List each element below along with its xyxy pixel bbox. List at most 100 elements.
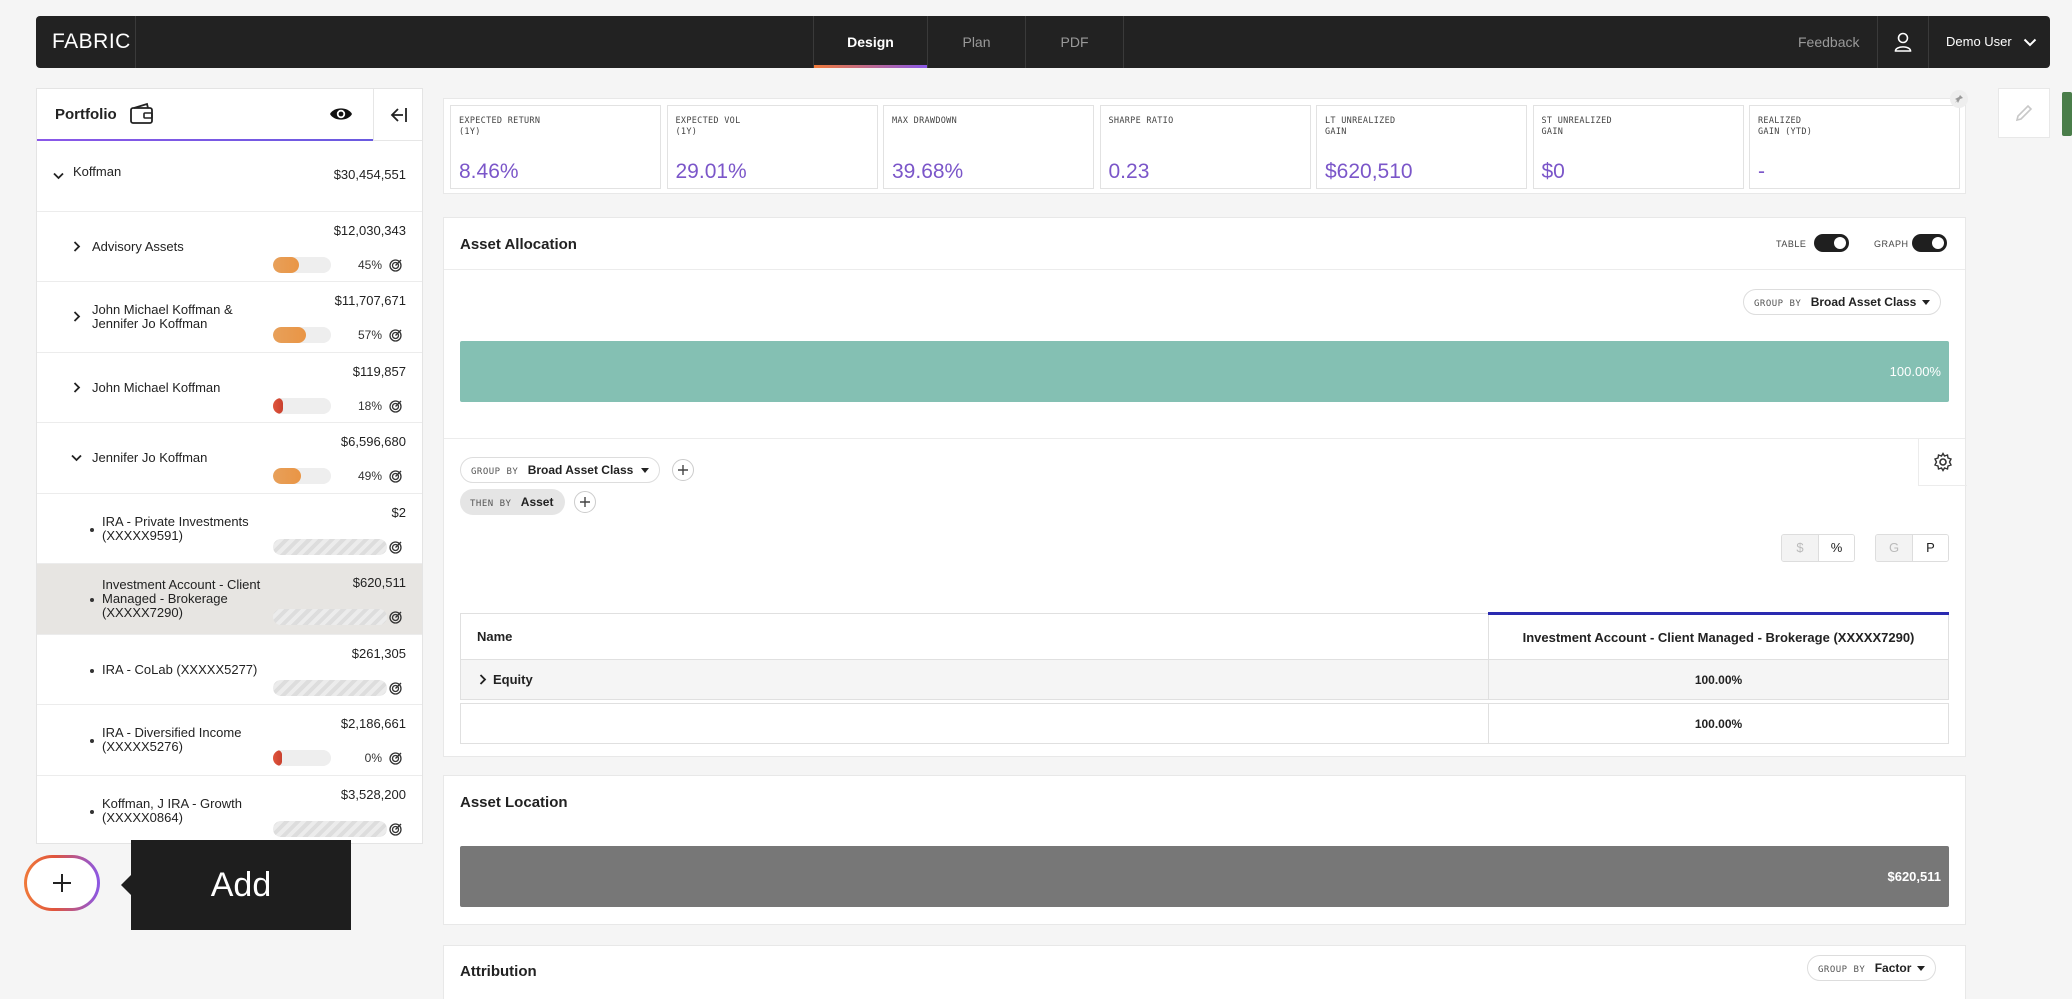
chevron-right-icon[interactable] [73,311,81,322]
group-by-value: Broad Asset Class [1810,295,1917,309]
target-icon[interactable] [389,681,402,695]
attribution-group-by-select[interactable]: GROUP BY Factor [1807,955,1937,981]
tab-design[interactable]: Design [813,16,927,68]
target-icon[interactable] [389,399,402,413]
target-icon[interactable] [389,540,402,554]
table-row[interactable]: Equity 100.00% [460,659,1949,700]
chevron-down-icon[interactable] [53,172,64,180]
progress-bar [273,750,331,766]
row-value: 100.00% [1488,703,1949,744]
user-profile-button[interactable] [1877,16,1929,68]
chevron-right-icon[interactable] [73,240,81,252]
feedback-link[interactable]: Feedback [1798,16,1859,68]
metrics-strip: EXPECTED RETURN (1Y) 8.46% EXPECTED VOL (1Y)… [443,98,1966,194]
row-name: Equity [493,672,533,687]
edit-button[interactable] [1998,88,2050,138]
portfolio-row-amount: $30,454,551 [333,167,406,182]
app-logo[interactable]: FABRIC [36,16,136,68]
portfolio-row[interactable]: John Michael Koffman & Jennifer Jo Koffm… [37,282,422,353]
portfolio-row[interactable]: IRA - Diversified Income (XXXXX5276) $2,1… [37,705,422,776]
column-header-account[interactable]: Investment Account - Client Managed - Br… [1488,612,1949,660]
tab-pdf[interactable]: PDF [1025,16,1124,68]
chevron-right-icon[interactable] [73,381,81,393]
metric-card: LT UNREALIZED GAIN $620,510 [1316,105,1527,189]
portfolio-row-amount: $119,857 [352,363,406,379]
portfolio-row[interactable]: Koffman $30,454,551 [37,141,422,212]
chevron-down-icon [2024,38,2037,47]
user-menu[interactable]: Demo User [1946,16,2037,68]
portfolio-row-percent: 18% [357,398,382,413]
chevron-down-icon[interactable] [71,454,82,462]
wallet-icon [130,102,153,124]
group-by-label: GROUP BY [1754,299,1802,309]
progress-bar [273,679,387,696]
target-icon[interactable] [389,329,402,342]
group-by-value: Factor [1874,961,1912,975]
target-icon[interactable] [389,258,402,272]
portfolio-row[interactable]: Investment Account - Client Managed - Br… [37,564,422,635]
dollar-mode-button[interactable]: $ [1782,535,1818,561]
then-by-chip[interactable]: THEN BY Asset [460,489,566,515]
pin-icon[interactable] [1950,90,1968,108]
graph-toggle[interactable] [1912,234,1947,252]
add-then-by-button[interactable] [574,491,596,513]
progress-bar [273,538,387,555]
settings-button[interactable] [1918,438,1967,486]
portfolio-row[interactable]: IRA - CoLab (XXXXX5277) $261,305 [37,635,422,705]
portfolio-row[interactable]: Advisory Assets $12,030,343 45% [37,212,422,282]
portfolio-row-name: Advisory Assets [92,238,184,254]
asset-location-card: Asset Location $620,511 [443,775,1966,925]
progress-bar [273,609,387,625]
target-icon[interactable] [389,822,402,836]
metric-card: SHARPE RATIO 0.23 [1099,105,1311,189]
percent-mode-button[interactable]: % [1818,535,1854,561]
portfolio-row[interactable]: IRA - Private Investments (XXXXX9591) $2 [37,494,422,564]
pencil-icon [2015,104,2033,122]
metric-value: $0 [1541,160,1565,183]
eye-icon[interactable] [329,105,353,123]
portfolio-row[interactable]: Koffman, J IRA - Growth (XXXXX0864) $3,52… [37,776,422,844]
then-by-label: THEN BY [470,499,512,509]
metric-card: EXPECTED RETURN (1Y) 8.46% [450,105,661,189]
asset-allocation-title: Asset Allocation [460,236,577,253]
column-header-name[interactable]: Name [460,613,1489,660]
metric-card: EXPECTED VOL (1Y) 29.01% [666,105,878,189]
portfolio-row[interactable]: John Michael Koffman $119,857 18% [37,353,422,423]
p-mode-button[interactable]: P [1912,535,1948,561]
group-by-value: Broad Asset Class [527,463,634,477]
table-toggle[interactable] [1814,234,1849,252]
table-group-by-select[interactable]: GROUP BY Broad Asset Class [460,457,661,483]
bullet-dot [90,809,94,814]
target-icon[interactable] [389,611,402,624]
divider [444,438,1965,439]
location-bar[interactable]: $620,511 [460,846,1949,907]
collapse-panel-button[interactable] [373,89,422,141]
attribution-card: Attribution GROUP BY Factor [443,945,1966,999]
metric-card: ST UNREALIZED GAIN $0 [1532,105,1744,189]
progress-bar [273,256,331,273]
chevron-right-icon[interactable] [479,674,487,685]
target-icon[interactable] [389,470,402,483]
metric-value: 8.46% [459,160,519,183]
tab-plan[interactable]: Plan [927,16,1025,68]
progress-bar [273,397,331,414]
caret-down-icon [1917,966,1926,971]
add-group-button[interactable] [672,459,694,481]
progress-fill [273,327,307,343]
asset-location-title: Asset Location [460,794,568,811]
metric-label: SHARPE RATIO [1108,116,1174,126]
group-by-label: GROUP BY [471,467,519,477]
target-icon[interactable] [389,752,402,765]
group-by-select[interactable]: GROUP BY Broad Asset Class [1743,289,1942,315]
allocation-bar[interactable]: 100.00% [460,341,1949,402]
caret-down-icon [1922,300,1931,305]
portfolio-row-name: Investment Account - Client Managed - Br… [102,577,261,620]
portfolio-row-percent: 57% [357,328,382,342]
portfolio-row[interactable]: Jennifer Jo Koffman $6,596,680 49% [37,423,422,494]
add-button[interactable] [24,855,100,911]
metric-label: EXPECTED VOL (1Y) [675,116,741,137]
progress-bar [273,468,331,484]
metric-value: 0.23 [1108,160,1150,183]
add-tooltip: Add [121,840,351,930]
g-mode-button[interactable]: G [1876,535,1912,561]
